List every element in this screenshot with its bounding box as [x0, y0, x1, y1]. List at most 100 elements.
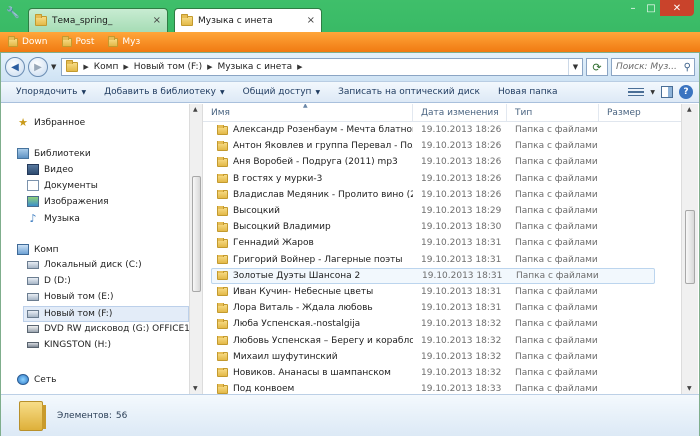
- scroll-down-arrow-icon[interactable]: ▼: [193, 385, 198, 392]
- nav-drive-c[interactable]: Локальный диск (C:): [27, 260, 142, 270]
- table-row[interactable]: Михаил шуфутинский 19.10.2013 18:32 Папка …: [203, 349, 681, 365]
- search-icon[interactable]: ⚲: [684, 62, 691, 73]
- chevron-down-icon[interactable]: ▼: [650, 89, 655, 96]
- scroll-up-arrow-icon[interactable]: ▲: [193, 106, 198, 113]
- bookmark-label: Down: [22, 37, 48, 47]
- document-icon: [27, 180, 39, 191]
- file-date: 19.10.2013 18:32: [421, 319, 502, 330]
- table-row[interactable]: Любовь Успенская – Берегу и корабло... 19…: [203, 332, 681, 348]
- file-name-cell: Владислав Медяник - Пролито вино (2...: [203, 189, 413, 200]
- breadcrumb-current-folder[interactable]: Музыка с инета: [217, 62, 292, 72]
- table-row[interactable]: Александр Розенбаум - Мечта блатног... 19…: [203, 122, 681, 138]
- table-row[interactable]: Геннадий Жаров 19.10.2013 18:31 Папка с фа…: [203, 235, 681, 251]
- scroll-down-arrow-icon[interactable]: ▼: [687, 385, 692, 392]
- column-name[interactable]: ▲ Имя: [203, 104, 413, 121]
- tab-music-from-internet[interactable]: Музыка с инета ×: [174, 8, 322, 32]
- table-row[interactable]: Под конвоем 19.10.2013 18:33 Папка с файла…: [203, 381, 681, 394]
- chevron-right-icon[interactable]: ▶: [123, 63, 128, 71]
- table-row[interactable]: Новиков. Ананасы в шампанском 19.10.2013 …: [203, 365, 681, 381]
- file-list-scrollbar[interactable]: ▲ ▼: [681, 104, 698, 394]
- breadcrumb-drive-f[interactable]: Новый том (F:): [134, 62, 202, 72]
- search-placeholder: Поиск: Муз...: [616, 62, 677, 72]
- file-type: Папка с файлами: [515, 254, 598, 265]
- minimize-button[interactable]: –: [624, 0, 642, 16]
- table-row[interactable]: Золотые Дуэты Шансона 2 19.10.2013 18:31 П…: [211, 267, 655, 284]
- table-row[interactable]: Высоцкий 19.10.2013 18:29 Папка с файлами: [203, 203, 681, 219]
- recent-pages-dropdown[interactable]: ▼: [51, 63, 56, 71]
- wrench-icon[interactable]: 🔧: [6, 6, 20, 20]
- bookmark-post[interactable]: Post: [61, 35, 95, 47]
- bookmark-muz[interactable]: Муз: [108, 35, 140, 47]
- column-label: Имя: [211, 107, 230, 118]
- file-scroll-thumb[interactable]: [685, 210, 695, 284]
- search-input[interactable]: Поиск: Муз... ⚲: [611, 58, 695, 76]
- nav-computer[interactable]: Комп: [17, 244, 59, 255]
- tab-close-icon[interactable]: ×: [153, 15, 161, 26]
- nav-library-music[interactable]: ♪ Музыка: [27, 212, 79, 225]
- file-name: Любовь Успенская – Берегу и корабло...: [233, 335, 413, 346]
- table-row[interactable]: В гостях у мурки-3 19.10.2013 18:26 Папка …: [203, 171, 681, 187]
- file-date: 19.10.2013 18:32: [421, 351, 502, 362]
- table-row[interactable]: Высоцкий Владимир 19.10.2013 18:30 Папка с…: [203, 219, 681, 235]
- forward-button[interactable]: ▶: [28, 57, 48, 77]
- nav-scroll-thumb[interactable]: [192, 176, 201, 292]
- view-options-icon[interactable]: [628, 86, 645, 98]
- sort-ascending-icon: ▲: [303, 104, 308, 109]
- add-to-library-button[interactable]: Добавить в библиотеку ▼: [95, 82, 234, 102]
- bookmark-down[interactable]: Down: [8, 35, 48, 47]
- table-row[interactable]: Люба Успенская.-nostalgija 19.10.2013 18:…: [203, 316, 681, 332]
- nav-drive-h[interactable]: KINGSTON (H:): [27, 340, 111, 350]
- scroll-up-arrow-icon[interactable]: ▲: [687, 106, 692, 113]
- organize-button[interactable]: Упорядочить ▼: [7, 82, 95, 102]
- view-controls: ▼ ?: [628, 85, 699, 99]
- folder-icon: [217, 303, 228, 313]
- chevron-right-icon[interactable]: ▶: [83, 63, 88, 71]
- nav-favorites[interactable]: ★ Избранное: [17, 116, 85, 129]
- share-label: Общий доступ: [242, 87, 312, 97]
- column-date-modified[interactable]: Дата изменения: [413, 104, 507, 121]
- nav-drive-g[interactable]: DVD RW дисковод (G:) OFFICE12: [27, 324, 189, 334]
- close-button[interactable]: ✕: [660, 0, 694, 16]
- nav-libraries[interactable]: Библиотеки: [17, 148, 91, 159]
- nav-library-pictures[interactable]: Изображения: [27, 196, 109, 207]
- table-row[interactable]: Аня Воробей - Подруга (2011) mp3 19.10.20…: [203, 154, 681, 170]
- table-row[interactable]: Иван Кучин- Небесные цветы 19.10.2013 18:…: [203, 284, 681, 300]
- back-button[interactable]: ◀: [5, 57, 25, 77]
- preview-pane-icon[interactable]: [661, 86, 673, 98]
- table-row[interactable]: Антон Яковлев и группа Перевал - Пол... 1…: [203, 138, 681, 154]
- nav-library-documents[interactable]: Документы: [27, 180, 98, 191]
- new-folder-button[interactable]: Новая папка: [489, 82, 567, 102]
- file-name-cell: Михаил шуфутинский: [203, 351, 413, 362]
- arrow-right-icon: ▶: [34, 61, 42, 73]
- item-count-value: 56: [115, 410, 128, 421]
- nav-library-video[interactable]: Видео: [27, 164, 73, 175]
- tab-tema-spring[interactable]: Тема_spring_ ×: [28, 8, 168, 32]
- burn-button[interactable]: Записать на оптический диск: [329, 82, 489, 102]
- file-name-cell: Люба Успенская.-nostalgija: [203, 319, 413, 329]
- help-icon[interactable]: ?: [679, 85, 693, 99]
- file-name-cell: Любовь Успенская – Берегу и корабло...: [203, 335, 413, 346]
- column-size[interactable]: Размер: [599, 104, 681, 121]
- nav-network[interactable]: Сеть: [17, 374, 56, 385]
- table-row[interactable]: Григорий Войнер - Лагерные поэты 19.10.20…: [203, 252, 681, 268]
- tab-close-icon[interactable]: ×: [307, 15, 315, 26]
- chevron-right-icon[interactable]: ▶: [207, 63, 212, 71]
- hard-drive-icon: [27, 293, 39, 301]
- file-name: Александр Розенбаум - Мечта блатног...: [233, 125, 413, 136]
- nav-pane-scrollbar[interactable]: ▲ ▼: [189, 104, 203, 394]
- nav-drive-f[interactable]: Новый том (F:): [23, 306, 189, 322]
- bookmark-label: Post: [75, 37, 95, 47]
- chevron-right-icon[interactable]: ▶: [297, 63, 302, 71]
- breadcrumb-computer[interactable]: Комп: [94, 62, 119, 72]
- maximize-button[interactable]: □: [642, 0, 660, 16]
- nav-drive-d[interactable]: D (D:): [27, 276, 71, 286]
- nav-drive-e[interactable]: Новый том (E:): [27, 292, 114, 302]
- table-row[interactable]: Владислав Медяник - Пролито вино (2... 19…: [203, 187, 681, 203]
- refresh-button[interactable]: ⟳: [586, 58, 608, 76]
- share-button[interactable]: Общий доступ ▼: [234, 82, 329, 102]
- breadcrumb[interactable]: ▶ Комп ▶ Новый том (F:) ▶ Музыка с инета…: [61, 58, 583, 76]
- table-row[interactable]: Лора Виталь - Ждала любовь 19.10.2013 18:…: [203, 300, 681, 316]
- file-type: Папка с файлами: [515, 335, 598, 346]
- column-type[interactable]: Тип: [507, 104, 599, 121]
- address-dropdown[interactable]: ▼: [568, 59, 582, 75]
